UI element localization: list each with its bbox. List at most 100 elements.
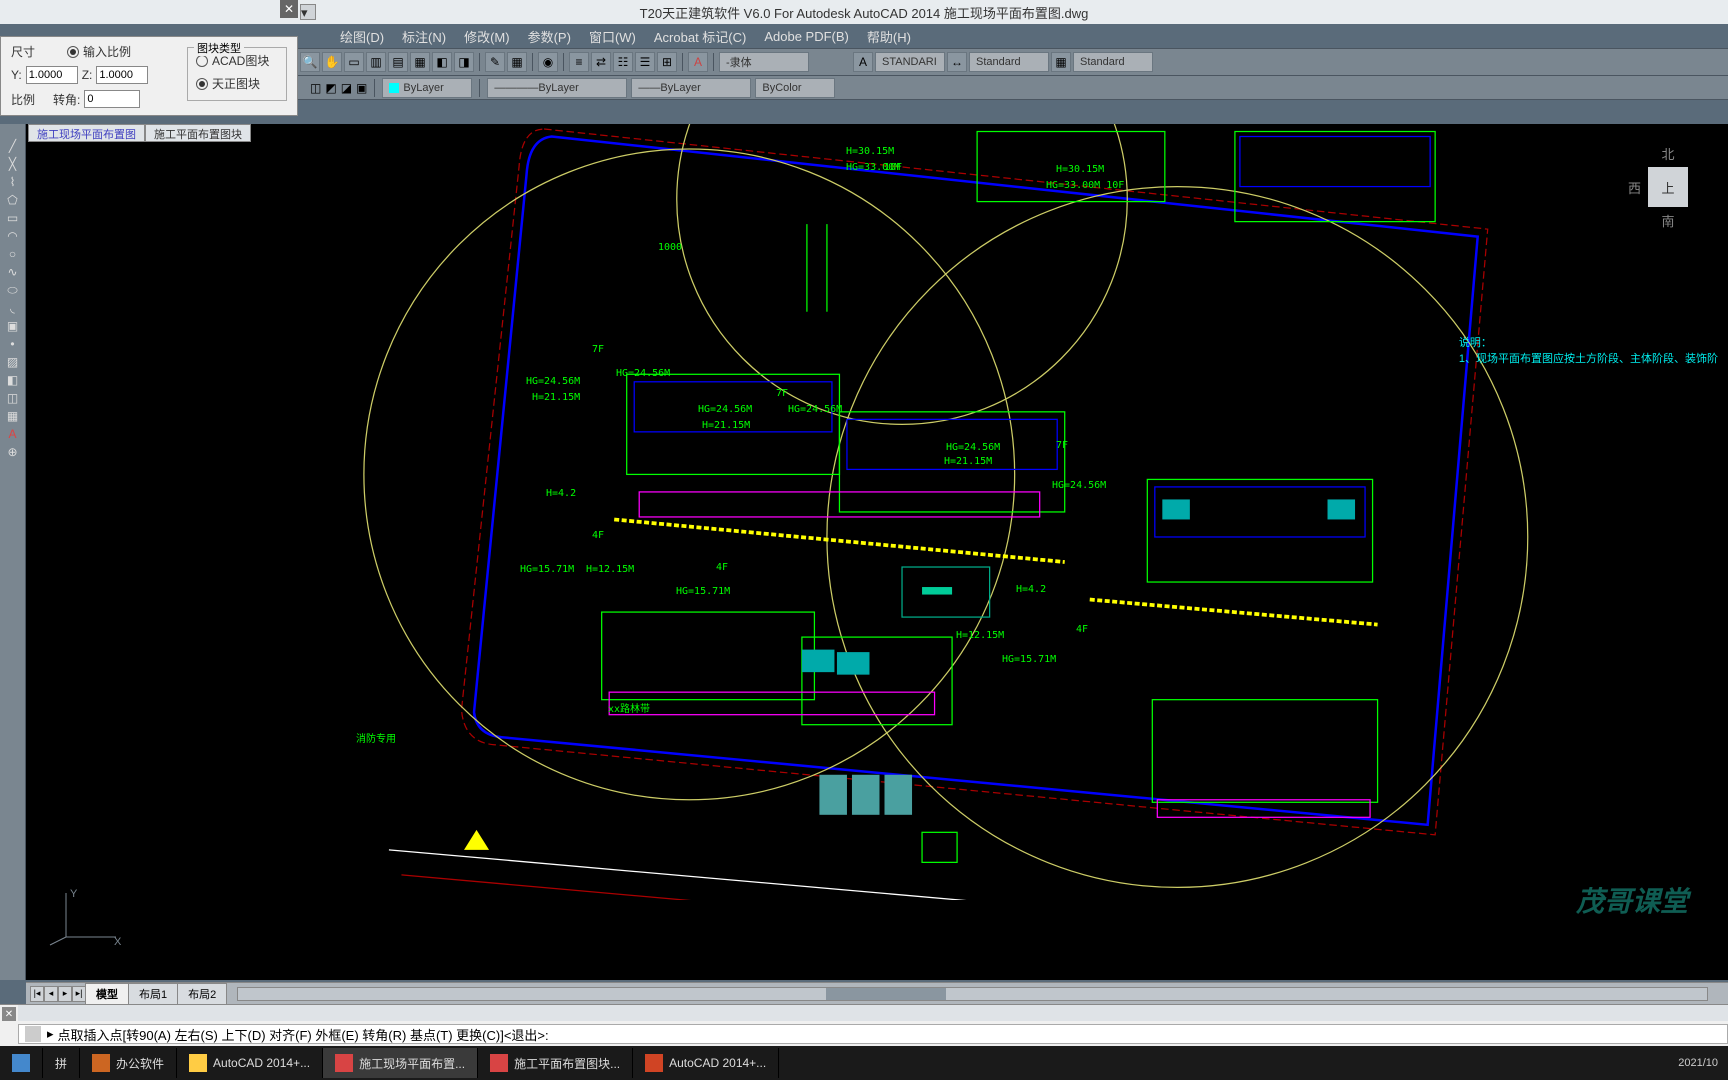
tab-next-icon[interactable]: ▸	[58, 986, 72, 1002]
qat-dropdown-icon[interactable]: ▾	[300, 4, 316, 20]
drawing-canvas[interactable]: H=30.15MHG=33.00M 10FH=30.15MHG=33.00M10…	[26, 124, 1728, 980]
menu-help[interactable]: 帮助(H)	[867, 27, 911, 46]
ellipse-icon[interactable]: ⬭	[4, 282, 22, 298]
style-icon[interactable]: A	[853, 52, 873, 72]
separator	[532, 53, 533, 71]
separator	[479, 79, 480, 97]
tool-icon[interactable]: ▭	[344, 52, 364, 72]
layer-combo[interactable]: ByLayer	[382, 78, 472, 98]
table-icon[interactable]: ▦	[4, 408, 22, 424]
point-icon[interactable]: •	[4, 336, 22, 352]
menu-param[interactable]: 参数(P)	[528, 27, 571, 46]
dimstyle-combo[interactable]: Standard	[969, 52, 1049, 72]
menu-annotate[interactable]: 标注(N)	[402, 27, 446, 46]
pan-icon[interactable]: ✋	[322, 52, 342, 72]
taskbar-clock[interactable]: 2021/10	[1678, 1057, 1728, 1069]
tool-icon[interactable]: ▦	[507, 52, 527, 72]
zoom-icon[interactable]: 🔍	[300, 52, 320, 72]
taskbar-autocad-2[interactable]: 施工平面布置图块...	[478, 1048, 633, 1078]
tool-icon[interactable]: ◪	[341, 81, 352, 95]
block-icon[interactable]: ▣	[4, 318, 22, 334]
color-combo[interactable]: ByColor	[755, 78, 835, 98]
tab-prev-icon[interactable]: ◂	[44, 986, 58, 1002]
lineweight-combo[interactable]: —— ByLayer	[631, 78, 751, 98]
y-input[interactable]	[26, 66, 78, 84]
menu-acrobat[interactable]: Acrobat 标记(C)	[654, 27, 746, 46]
viewcube[interactable]: 北 西 上 东 南	[1628, 144, 1708, 264]
tz-radio[interactable]	[196, 78, 208, 90]
tab-layout1[interactable]: 布局1	[128, 983, 178, 1005]
tool-icon[interactable]: ⊞	[657, 52, 677, 72]
font-combo[interactable]: -隶体	[719, 52, 809, 72]
taskbar-office[interactable]: 办公软件	[80, 1048, 177, 1078]
menu-modify[interactable]: 修改(M)	[464, 27, 510, 46]
tool-icon[interactable]: ◧	[432, 52, 452, 72]
taskbar-powerpoint[interactable]: AutoCAD 2014+...	[633, 1048, 779, 1078]
tool-icon[interactable]: ◨	[454, 52, 474, 72]
tool-icon[interactable]: ▣	[356, 81, 367, 95]
viewcube-top[interactable]: 上	[1648, 167, 1688, 207]
xline-icon[interactable]: ╳	[4, 156, 22, 172]
ellipse-arc-icon[interactable]: ◟	[4, 300, 22, 316]
cmd-close-icon[interactable]: ✕	[2, 1007, 16, 1021]
taskbar-explorer[interactable]: AutoCAD 2014+...	[177, 1048, 323, 1078]
command-panel: ✕ ▸点取插入点[转90(A) 左右(S) 上下(D) 对齐(F) 外框(E) …	[0, 1004, 1728, 1046]
command-text: 点取插入点[转90(A) 左右(S) 上下(D) 对齐(F) 外框(E) 转角(…	[58, 1025, 549, 1044]
tool-icon[interactable]: ✎	[485, 52, 505, 72]
taskbar-ime[interactable]: 拼	[43, 1048, 80, 1078]
pline-icon[interactable]: ⌇	[4, 174, 22, 190]
polygon-icon[interactable]: ⬠	[4, 192, 22, 208]
dialog-close-icon[interactable]: ✕	[280, 0, 298, 18]
svg-text:Y: Y	[70, 888, 78, 900]
h-scrollbar[interactable]	[237, 987, 1708, 1001]
command-line[interactable]: ▸点取插入点[转90(A) 左右(S) 上下(D) 对齐(F) 外框(E) 转角…	[18, 1024, 1728, 1044]
arc-icon[interactable]: ◠	[4, 228, 22, 244]
match-icon[interactable]: ⇄	[591, 52, 611, 72]
separator	[713, 53, 714, 71]
rect-icon[interactable]: ▭	[4, 210, 22, 226]
cmd-prompt-icon	[25, 1026, 41, 1042]
hatch-icon[interactable]: ▨	[4, 354, 22, 370]
tool-icon[interactable]: ⊕	[4, 444, 22, 460]
rot-label: 转角:	[53, 91, 80, 108]
scale-radio-label: 输入比例	[83, 43, 131, 60]
mtext-icon[interactable]: A	[4, 426, 22, 442]
linetype-combo[interactable]: ———— ByLayer	[487, 78, 627, 98]
tab-layout2[interactable]: 布局2	[177, 983, 227, 1005]
tab-first-icon[interactable]: |◂	[30, 986, 44, 1002]
tool-icon[interactable]: ◉	[538, 52, 558, 72]
circle-icon[interactable]: ○	[4, 246, 22, 262]
gradient-icon[interactable]: ◧	[4, 372, 22, 388]
tool-icon[interactable]: ◩	[325, 81, 336, 95]
table-icon[interactable]: ▦	[1051, 52, 1071, 72]
tool-icon[interactable]: ☷	[613, 52, 633, 72]
tab-model[interactable]: 模型	[85, 983, 129, 1005]
scale-radio[interactable]	[67, 46, 79, 58]
z-input[interactable]	[96, 66, 148, 84]
tool-icon[interactable]: ☰	[635, 52, 655, 72]
menu-window[interactable]: 窗口(W)	[589, 27, 636, 46]
region-icon[interactable]: ◫	[4, 390, 22, 406]
taskbar-autocad-1[interactable]: 施工现场平面布置...	[323, 1048, 478, 1078]
acad-radio[interactable]	[196, 55, 208, 67]
tool-icon[interactable]: ▤	[388, 52, 408, 72]
rot-input[interactable]	[84, 90, 140, 108]
spline-icon[interactable]: ∿	[4, 264, 22, 280]
start-button[interactable]	[0, 1048, 43, 1078]
block-type-group: 图块类型 ACAD图块 天正图块	[187, 47, 287, 101]
doc-tab-1[interactable]: 施工现场平面布置图	[28, 124, 145, 142]
tool-icon[interactable]: ▥	[366, 52, 386, 72]
menu-draw[interactable]: 绘图(D)	[340, 27, 384, 46]
text-icon[interactable]: A	[688, 52, 708, 72]
dim-icon[interactable]: ↔	[947, 52, 967, 72]
cmd-history	[18, 1005, 1728, 1021]
tool-icon[interactable]: ◫	[310, 81, 321, 95]
tool-icon[interactable]: ▦	[410, 52, 430, 72]
line-icon[interactable]: ╱	[4, 138, 22, 154]
tab-last-icon[interactable]: ▸|	[72, 986, 86, 1002]
menu-adobepdf[interactable]: Adobe PDF(B)	[764, 29, 849, 44]
tablestyle-combo[interactable]: Standard	[1073, 52, 1153, 72]
doc-tab-2[interactable]: 施工平面布置图块	[145, 124, 251, 142]
textstyle-combo[interactable]: STANDARI	[875, 52, 945, 72]
layer-icon[interactable]: ≡	[569, 52, 589, 72]
